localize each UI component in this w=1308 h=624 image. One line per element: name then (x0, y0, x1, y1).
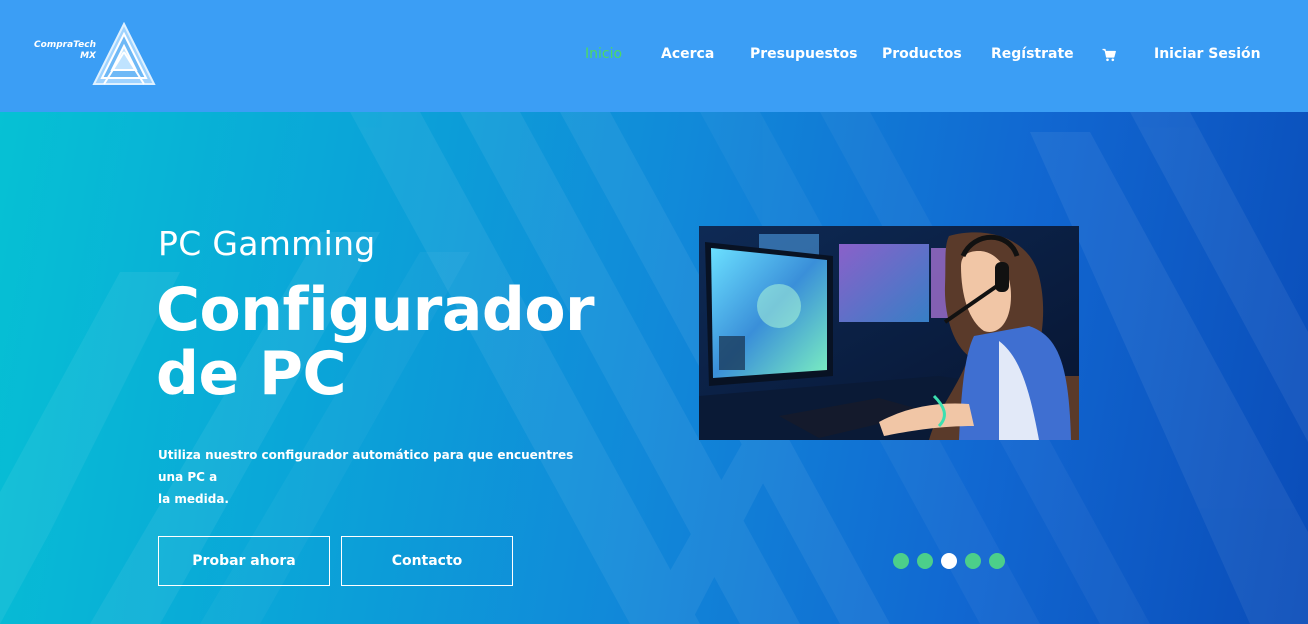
carousel-dot-3[interactable] (941, 553, 957, 569)
main-nav: Inicio Acerca Presupuestos Productos Reg… (0, 44, 1308, 66)
hero-subtitle: PC Gamming (158, 224, 376, 263)
nav-item-acerca[interactable]: Acerca (661, 44, 714, 64)
try-now-button[interactable]: Probar ahora (158, 536, 330, 586)
nav-item-registrate[interactable]: Regístrate (991, 44, 1074, 64)
hero-description: Utiliza nuestro configurador automático … (158, 444, 598, 510)
cart-icon[interactable] (1102, 47, 1116, 62)
hero-section: PC Gamming Configurador de PC Utiliza nu… (0, 112, 1308, 624)
nav-item-iniciar-sesion[interactable]: Iniciar Sesión (1154, 44, 1261, 64)
hero-title: Configurador de PC (156, 278, 656, 406)
hero-title-line2: de PC (156, 339, 347, 409)
hero-description-line2: la medida. (158, 492, 229, 506)
gamer-photo (699, 226, 1079, 440)
nav-item-presupuestos[interactable]: Presupuestos (750, 44, 857, 64)
hero-title-line1: Configurador (156, 275, 595, 345)
carousel-dot-4[interactable] (965, 553, 981, 569)
carousel-dot-2[interactable] (917, 553, 933, 569)
site-header: CompraTech MX Inicio Acerca Presupuestos… (0, 0, 1308, 112)
contact-button[interactable]: Contacto (341, 536, 513, 586)
nav-item-inicio[interactable]: Inicio (585, 44, 622, 64)
nav-item-productos[interactable]: Productos (882, 44, 962, 64)
carousel-dot-5[interactable] (989, 553, 1005, 569)
hero-description-line1: Utiliza nuestro configurador automático … (158, 448, 574, 484)
carousel-dot-1[interactable] (893, 553, 909, 569)
